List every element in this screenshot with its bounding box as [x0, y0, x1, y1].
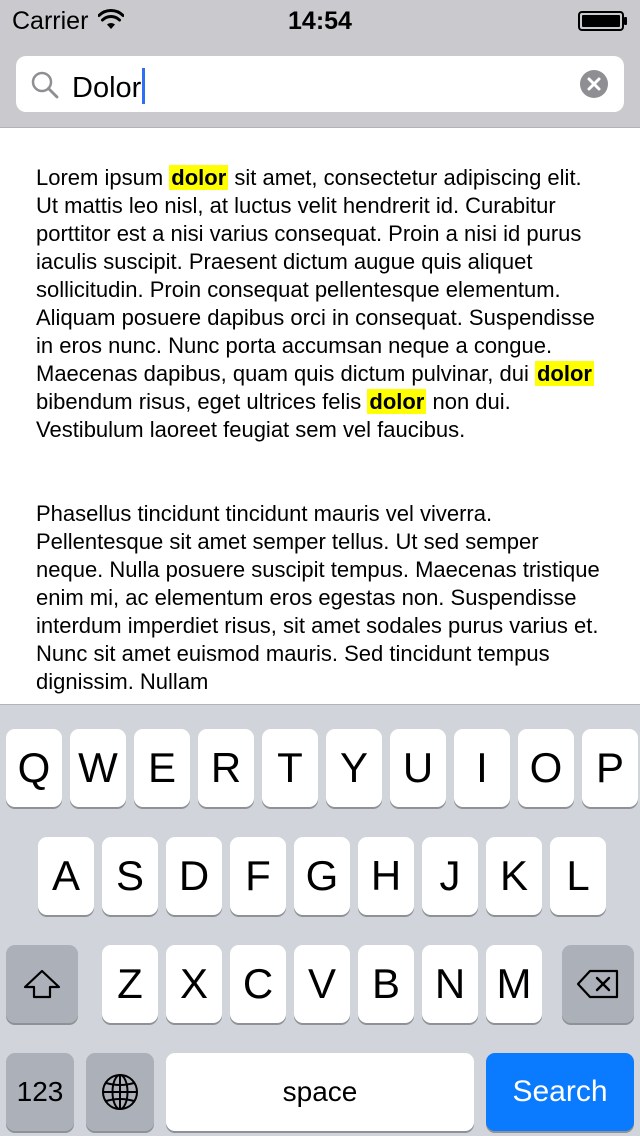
key-n[interactable]: N — [422, 945, 478, 1023]
search-key[interactable]: Search — [486, 1053, 634, 1131]
key-f[interactable]: F — [230, 837, 286, 915]
search-bar: Dolor — [0, 40, 640, 128]
key-o[interactable]: O — [518, 729, 574, 807]
globe-key[interactable] — [86, 1053, 154, 1131]
key-z[interactable]: Z — [102, 945, 158, 1023]
key-y[interactable]: Y — [326, 729, 382, 807]
key-r[interactable]: R — [198, 729, 254, 807]
key-i[interactable]: I — [454, 729, 510, 807]
shift-key[interactable] — [6, 945, 78, 1023]
key-l[interactable]: L — [550, 837, 606, 915]
numbers-key[interactable]: 123 — [6, 1053, 74, 1131]
globe-icon — [102, 1074, 138, 1110]
search-highlight: dolor — [169, 165, 229, 190]
status-bar: Carrier 14:54 — [0, 0, 640, 40]
key-x[interactable]: X — [166, 945, 222, 1023]
keyboard: Q W E R T Y U I O P A S D F G H J K L Z … — [0, 704, 640, 1136]
shift-icon — [23, 969, 61, 999]
delete-key[interactable] — [562, 945, 634, 1023]
key-t[interactable]: T — [262, 729, 318, 807]
battery-icon — [578, 11, 627, 31]
key-c[interactable]: C — [230, 945, 286, 1023]
paragraph-1: Lorem ipsum dolor sit amet, consectetur … — [36, 164, 600, 444]
key-k[interactable]: K — [486, 837, 542, 915]
paragraph-text: sit amet, consectetur adipiscing elit. U… — [36, 165, 595, 386]
key-e[interactable]: E — [134, 729, 190, 807]
key-w[interactable]: W — [70, 729, 126, 807]
search-input[interactable]: Dolor — [16, 56, 624, 112]
status-time: 14:54 — [288, 7, 352, 35]
key-j[interactable]: J — [422, 837, 478, 915]
text-caret — [142, 68, 146, 104]
search-input-text: Dolor — [72, 68, 146, 104]
key-m[interactable]: M — [486, 945, 542, 1023]
key-g[interactable]: G — [294, 837, 350, 915]
key-s[interactable]: S — [102, 837, 158, 915]
paragraph-text: Phasellus tincidunt tincidunt mauris vel… — [36, 501, 600, 694]
key-q[interactable]: Q — [6, 729, 62, 807]
key-d[interactable]: D — [166, 837, 222, 915]
key-v[interactable]: V — [294, 945, 350, 1023]
search-highlight: dolor — [367, 389, 427, 414]
key-a[interactable]: A — [38, 837, 94, 915]
search-icon — [31, 71, 59, 99]
backspace-icon — [576, 969, 619, 999]
key-p[interactable]: P — [582, 729, 638, 807]
paragraph-text: bibendum risus, eget ultrices felis — [36, 389, 368, 414]
clear-search-icon[interactable] — [580, 70, 608, 98]
document-content: Lorem ipsum dolor sit amet, consectetur … — [0, 128, 640, 704]
key-b[interactable]: B — [358, 945, 414, 1023]
paragraph-2: Phasellus tincidunt tincidunt mauris vel… — [36, 500, 600, 696]
key-u[interactable]: U — [390, 729, 446, 807]
space-key[interactable]: space — [166, 1053, 474, 1131]
search-highlight: dolor — [534, 361, 594, 386]
key-h[interactable]: H — [358, 837, 414, 915]
paragraph-text: Lorem ipsum — [36, 165, 170, 190]
